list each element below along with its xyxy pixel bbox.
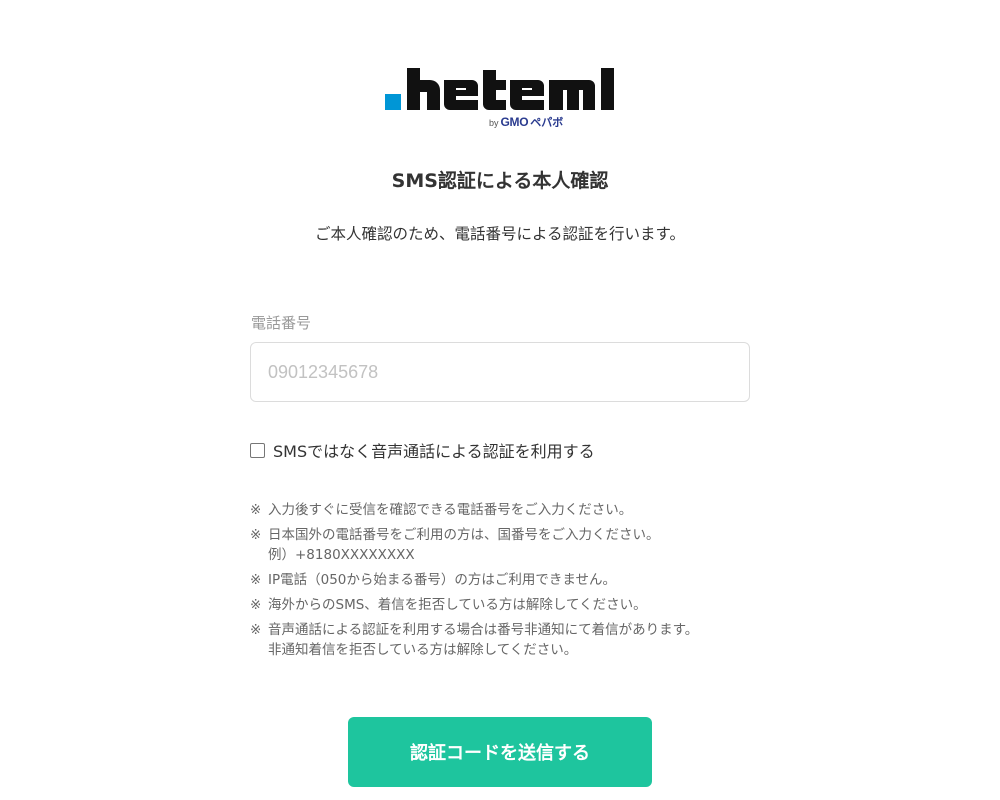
note-item: ※ 音声通話による認証を利用する場合は番号非通知にて着信があります。 非通知着信を拒…	[250, 620, 770, 660]
page-description: ご本人確認のため、電話番号による認証を行います。	[315, 225, 685, 243]
sms-verification-page: by GMO ペパボ SMS認証による本人確認 ご本人確認のため、電話番号による…	[0, 0, 1000, 800]
logo-company-kana-text: ペパボ	[530, 116, 564, 129]
note-mark: ※	[250, 502, 262, 518]
note-text: 入力後すぐに受信を確認できる電話番号をご入力ください。	[268, 500, 632, 520]
note-line: 入力後すぐに受信を確認できる電話番号をご入力ください。	[268, 502, 633, 518]
hetemi-logo: by GMO ペパボ	[385, 66, 617, 130]
note-line: 海外からのSMS、着信を拒否している方は解除してください。	[268, 597, 647, 613]
notes-list: ※ 入力後すぐに受信を確認できる電話番号をご入力ください。 ※ 日本国外の電話番号をご…	[250, 500, 770, 665]
note-text: IP電話（050から始まる番号）の方はご利用できません。	[268, 570, 616, 590]
send-code-button[interactable]: 認証コードを送信する	[348, 717, 652, 787]
page-title: SMS認証による本人確認	[391, 170, 609, 192]
phone-field-label: 電話番号	[251, 314, 312, 332]
logo-byline: by GMO ペパボ	[489, 114, 564, 129]
note-item: ※ IP電話（050から始まる番号）の方はご利用できません。	[250, 570, 770, 590]
note-item: ※ 日本国外の電話番号をご利用の方は、国番号をご入力ください。 例）+8180XXX…	[250, 525, 770, 565]
hetemi-wordmark-icon	[385, 68, 614, 110]
note-mark: ※	[250, 527, 262, 543]
voice-call-option[interactable]: SMSではなく音声通話による認証を利用する	[250, 438, 595, 462]
note-mark: ※	[250, 597, 262, 613]
note-line: IP電話（050から始まる番号）の方はご利用できません。	[268, 572, 616, 588]
note-item: ※ 海外からのSMS、着信を拒否している方は解除してください。	[250, 595, 770, 615]
logo-by-text: by	[489, 118, 499, 128]
note-line: 例）+8180XXXXXXXX	[268, 547, 415, 563]
voice-call-checkbox[interactable]	[250, 442, 265, 458]
phone-number-input[interactable]	[250, 342, 750, 402]
voice-call-label: SMSではなく音声通話による認証を利用する	[273, 442, 595, 461]
note-text: 日本国外の電話番号をご利用の方は、国番号をご入力ください。 例）+8180XXXX…	[268, 525, 660, 565]
note-line: 音声通話による認証を利用する場合は番号非通知にて着信があります。	[268, 622, 699, 638]
note-text: 音声通話による認証を利用する場合は番号非通知にて着信があります。 非通知着信を拒否…	[268, 620, 698, 660]
note-mark: ※	[250, 622, 262, 638]
note-item: ※ 入力後すぐに受信を確認できる電話番号をご入力ください。	[250, 500, 770, 520]
note-mark: ※	[250, 572, 262, 588]
note-line: 非通知着信を拒否している方は解除してください。	[268, 642, 578, 658]
note-line: 日本国外の電話番号をご利用の方は、国番号をご入力ください。	[268, 527, 660, 543]
logo-company-text: GMO	[500, 115, 529, 129]
note-text: 海外からのSMS、着信を拒否している方は解除してください。	[268, 595, 647, 615]
